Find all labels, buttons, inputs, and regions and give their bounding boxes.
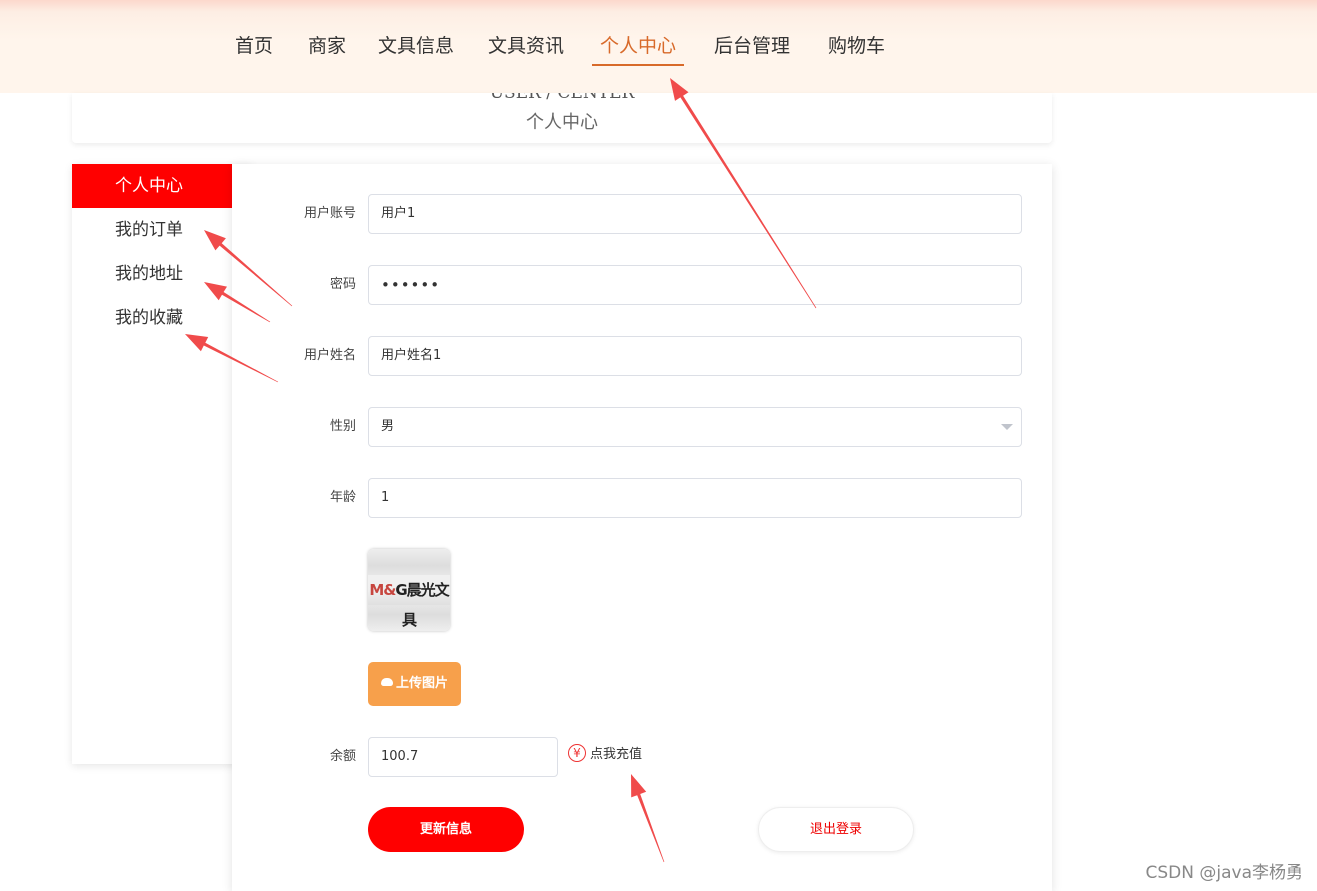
recharge-link[interactable]: ¥ 点我充值 xyxy=(568,743,642,766)
nav-stationery-info[interactable]: 文具信息 xyxy=(378,30,454,64)
name-field[interactable]: 用户姓名1 xyxy=(368,336,1022,376)
nav-cart[interactable]: 购物车 xyxy=(828,30,885,64)
sidebar-item-favorites[interactable]: 我的收藏 xyxy=(72,296,232,340)
sidebar: 个人中心 我的订单 我的地址 我的收藏 xyxy=(72,164,252,764)
avatar-logo: M&G晨光文具 xyxy=(368,575,450,629)
upload-image-button[interactable]: 上传图片 xyxy=(368,662,461,706)
sidebar-item-address[interactable]: 我的地址 xyxy=(72,252,232,296)
balance-field[interactable]: 100.7 xyxy=(368,737,558,777)
nav-merchants[interactable]: 商家 xyxy=(308,30,346,64)
nav-stationery-news[interactable]: 文具资讯 xyxy=(488,30,564,64)
age-label: 年龄 xyxy=(329,490,356,505)
sidebar-item-user-center[interactable]: 个人中心 xyxy=(72,164,232,208)
nav-admin[interactable]: 后台管理 xyxy=(714,30,790,64)
age-field[interactable]: 1 xyxy=(368,478,1022,518)
account-label: 用户账号 xyxy=(303,206,356,221)
balance-label: 余额 xyxy=(329,749,356,764)
chevron-down-icon xyxy=(1001,424,1013,430)
password-label: 密码 xyxy=(329,277,356,292)
update-info-button[interactable]: 更新信息 xyxy=(368,807,524,852)
nav-home[interactable]: 首页 xyxy=(235,30,273,64)
name-label: 用户姓名 xyxy=(303,348,356,363)
yen-icon: ¥ xyxy=(568,743,586,762)
gender-select[interactable]: 男 xyxy=(368,407,1022,447)
avatar: M&G晨光文具 xyxy=(368,549,450,631)
page-title-en: USER / CENTER xyxy=(489,93,635,103)
gender-value: 男 xyxy=(381,419,395,434)
profile-form: 用户账号 用户1 密码 •••••• 用户姓名 用户姓名1 性别 男 年龄 1 … xyxy=(232,164,1052,891)
cloud-upload-icon xyxy=(380,678,393,686)
logout-button[interactable]: 退出登录 xyxy=(758,807,914,852)
sidebar-item-orders[interactable]: 我的订单 xyxy=(72,208,232,252)
account-field[interactable]: 用户1 xyxy=(368,194,1022,234)
page-header-card: USER / CENTER 个人中心 xyxy=(72,93,1052,143)
nav-user-center[interactable]: 个人中心 xyxy=(592,30,685,66)
page-title: 个人中心 xyxy=(526,112,598,133)
gender-label: 性别 xyxy=(329,419,356,434)
password-field[interactable]: •••••• xyxy=(368,265,1022,305)
watermark: CSDN @java李杨勇 xyxy=(1145,863,1304,883)
top-navbar: 首页 商家 文具信息 文具资讯 个人中心 后台管理 购物车 xyxy=(0,0,1317,93)
